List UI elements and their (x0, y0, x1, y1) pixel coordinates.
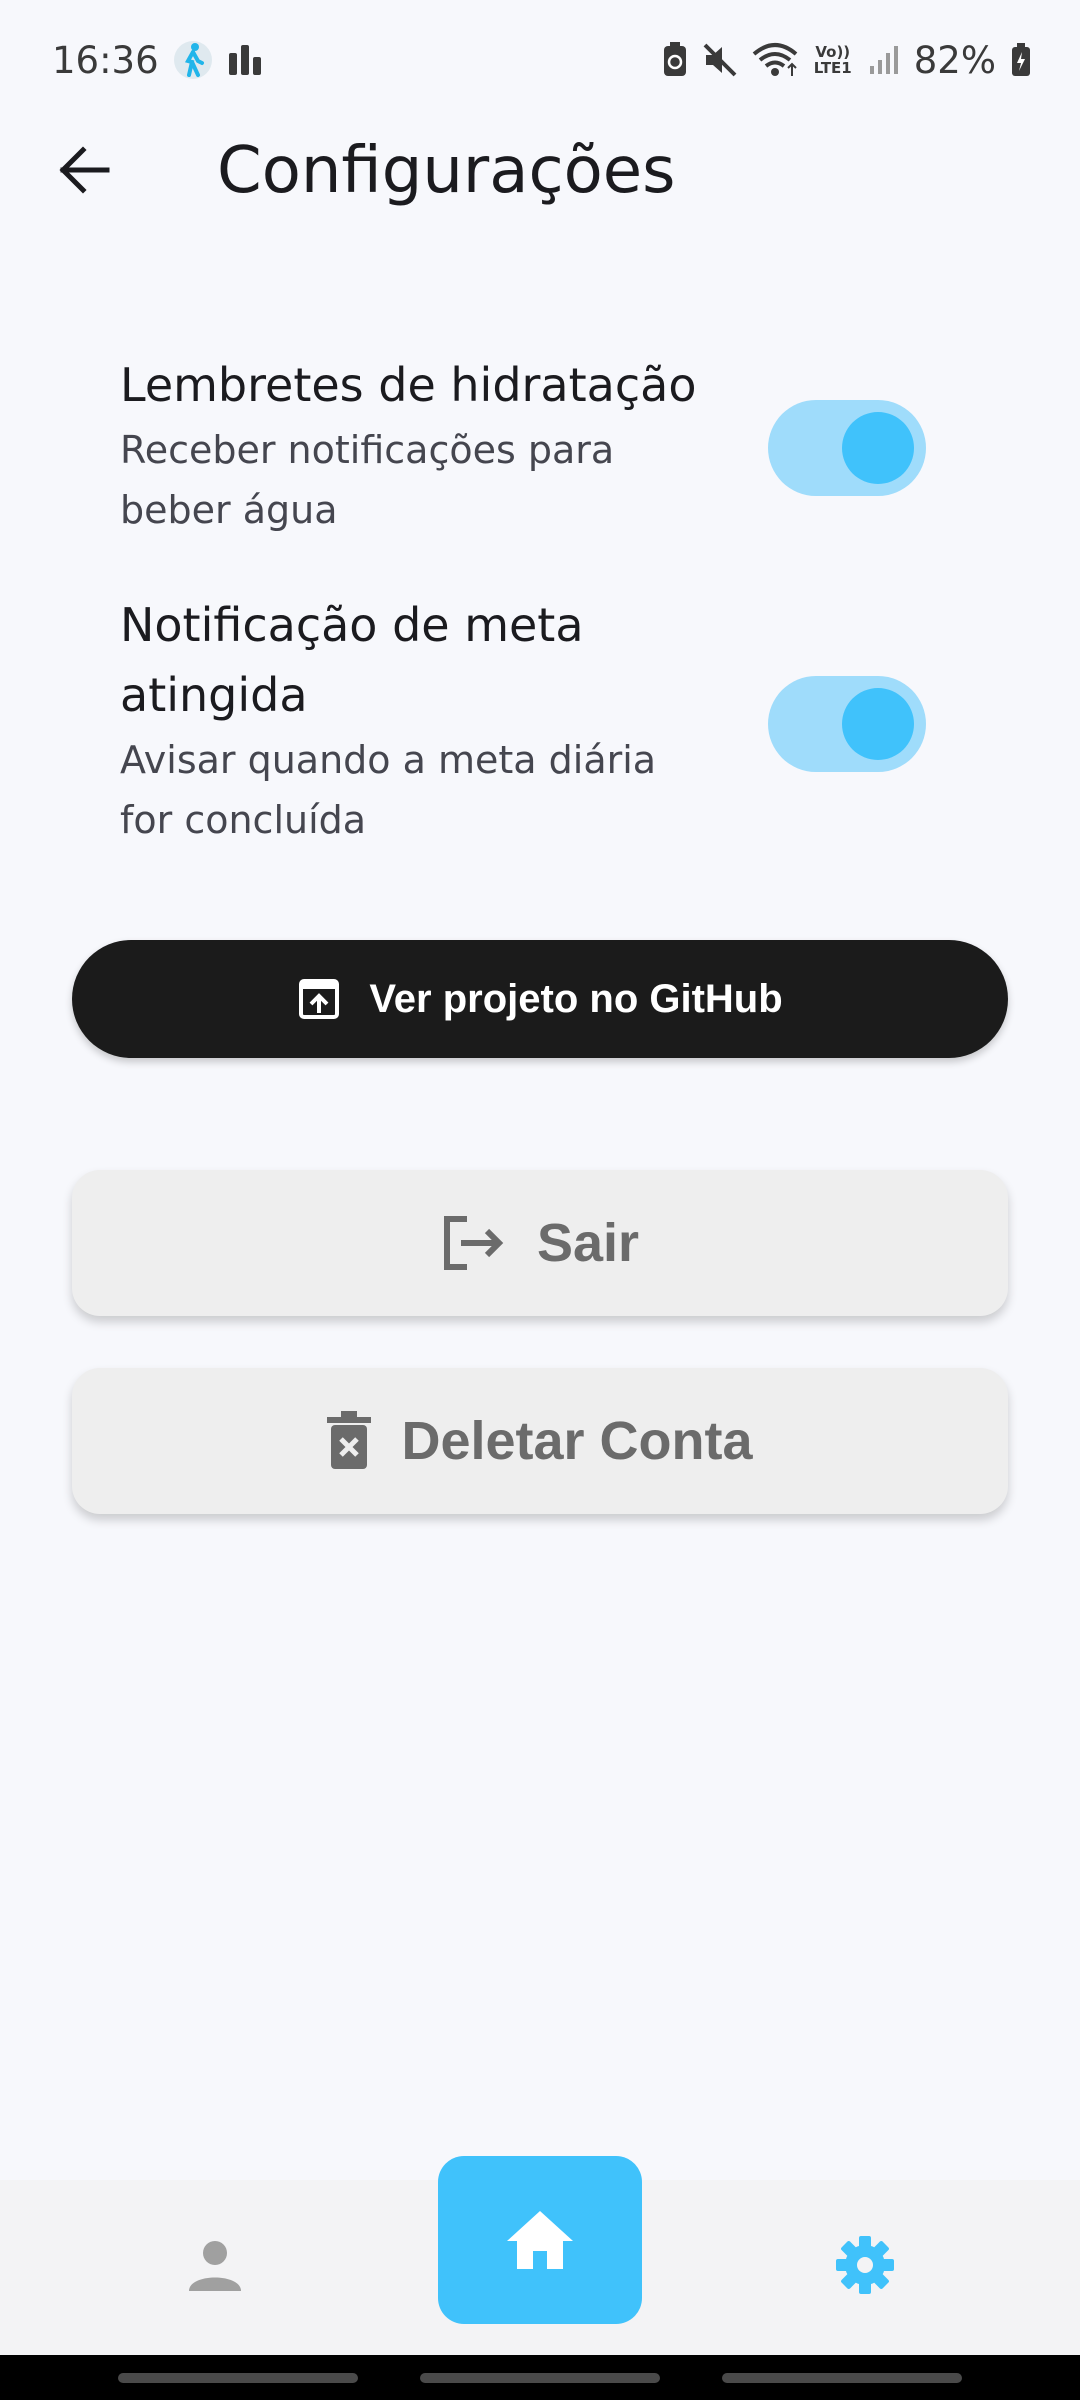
nav-item-home[interactable] (438, 2156, 642, 2324)
status-bar: 16:36 Vo)) LTE1 82% (0, 0, 1080, 120)
setting-goal-notification[interactable]: Notificação de meta atingida Avisar quan… (120, 590, 960, 860)
home-icon (505, 2209, 575, 2271)
status-bar-left: 16:36 (52, 39, 263, 82)
gesture-pill-right[interactable] (722, 2373, 962, 2383)
setting-goal-title: Notificação de meta atingida (120, 598, 584, 722)
delete-account-button[interactable]: Deletar Conta (72, 1368, 1008, 1514)
github-button[interactable]: Ver projeto no GitHub (72, 940, 1008, 1058)
system-gesture-bar (0, 2355, 1080, 2400)
goal-notification-toggle[interactable] (768, 676, 926, 772)
nav-item-profile[interactable] (160, 2210, 270, 2320)
toggle-thumb (842, 688, 914, 760)
gesture-pill-left[interactable] (118, 2373, 358, 2383)
logout-button[interactable]: Sair (72, 1170, 1008, 1316)
status-bar-right: Vo)) LTE1 82% (662, 39, 1032, 82)
person-icon (187, 2237, 243, 2293)
volte-label: Vo)) LTE1 (813, 43, 852, 77)
setting-hydration-title: Lembretes de hidratação (120, 358, 697, 412)
github-button-label: Ver projeto no GitHub (369, 976, 783, 1021)
logout-label: Sair (536, 1213, 640, 1273)
battery-icon (1010, 42, 1032, 78)
wifi-icon (752, 42, 798, 78)
page-title: Configurações (217, 134, 676, 208)
walking-person-icon (173, 39, 213, 81)
arrow-back-icon (57, 146, 111, 194)
nav-item-settings[interactable] (810, 2210, 920, 2320)
delete-icon (327, 1411, 372, 1471)
battery-saver-icon (662, 42, 688, 78)
setting-hydration-subtitle: Receber notificações para beber água (120, 428, 615, 532)
settings-screen: 16:36 Vo)) LTE1 82% Configurações Lembre… (0, 0, 1080, 2400)
logout-icon (441, 1213, 507, 1273)
status-time: 16:36 (52, 38, 159, 82)
app-bar: Configurações (0, 120, 1080, 220)
signal-icon (868, 44, 900, 76)
volte-icon: Vo)) LTE1 (812, 44, 854, 76)
mute-icon (702, 42, 738, 78)
back-button[interactable] (36, 128, 132, 212)
hydration-reminder-toggle[interactable] (768, 400, 926, 496)
bar-chart-icon (227, 43, 263, 77)
setting-hydration-reminders[interactable]: Lembretes de hidratação Receber notifica… (120, 350, 960, 550)
gesture-pill-center[interactable] (420, 2373, 660, 2383)
toggle-thumb (842, 412, 914, 484)
delete-account-label: Deletar Conta (401, 1411, 753, 1471)
gear-icon (834, 2234, 896, 2296)
battery-percent: 82% (913, 38, 996, 82)
open-in-new-icon (297, 977, 341, 1021)
setting-goal-subtitle: Avisar quando a meta diária for concluíd… (120, 738, 657, 842)
